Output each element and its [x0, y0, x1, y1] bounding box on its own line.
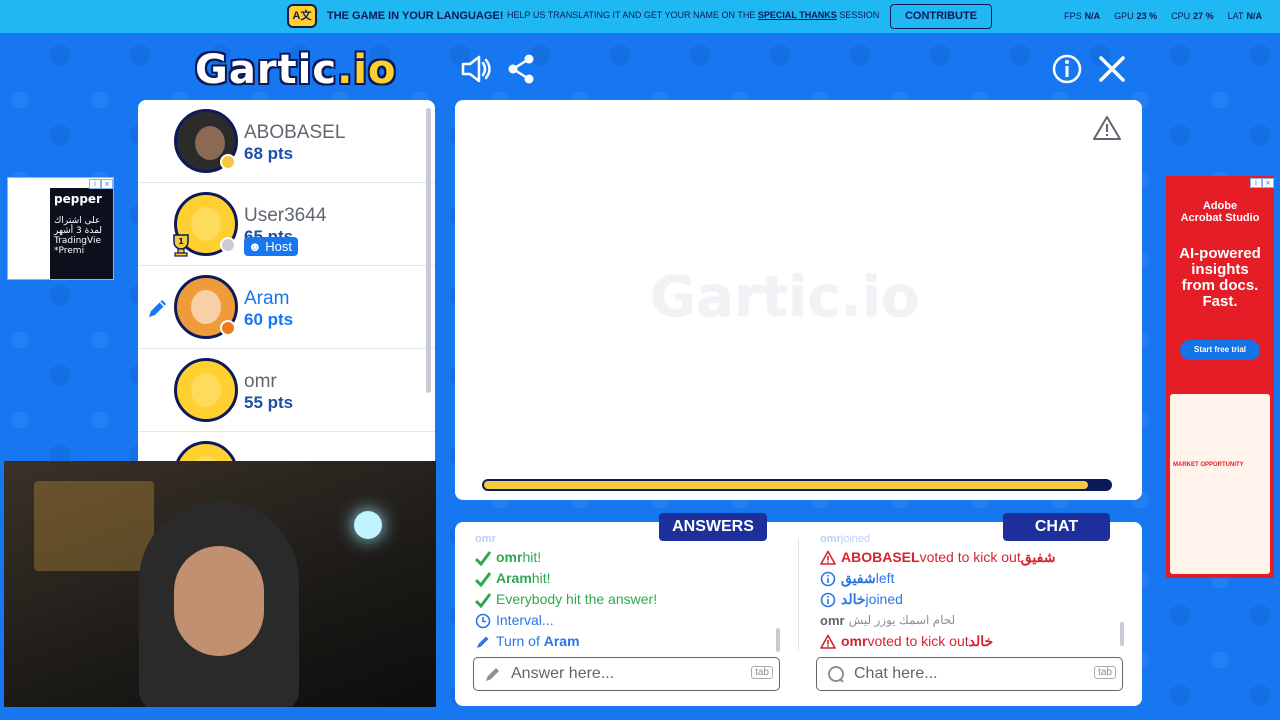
chat-message: خالد joined [820, 589, 1120, 610]
left-advertisement[interactable]: pepper على اشتراك لمدة 3 أشهر TradingVie… [7, 177, 114, 280]
ad-close-icon[interactable]: × [101, 179, 113, 189]
pencil-icon [486, 668, 499, 681]
ad-document-image: MARKET OPPORTUNITY [1170, 394, 1270, 574]
player-avatar [174, 358, 238, 422]
sound-icon[interactable] [459, 52, 493, 86]
gpu-stat: GPU 23 % [1114, 11, 1158, 21]
player-points: 55 pts [244, 393, 294, 412]
chat-message: شفيق left [820, 568, 1120, 589]
info-circle-icon [820, 571, 836, 586]
latency-stat: LAT N/A [1227, 11, 1262, 21]
svg-text:1: 1 [178, 237, 184, 246]
ad-choices-icon[interactable]: i [89, 179, 101, 189]
trophy-icon: 1 [173, 234, 189, 257]
player-points: 60 pts [244, 310, 294, 329]
player-status-dot [220, 320, 236, 336]
chat-message: omr لحام اسمك يوزر ليش [820, 613, 956, 628]
drawing-canvas[interactable]: Gartic.io [455, 100, 1142, 500]
info-circle-icon [820, 592, 836, 607]
warning-icon [820, 550, 836, 565]
chat-scrollbar[interactable] [1120, 622, 1124, 646]
player-name: User3644 [244, 205, 327, 226]
check-icon [475, 592, 491, 608]
chat-bubble-icon [828, 666, 844, 683]
player-name: Aram [244, 288, 290, 309]
answer-input-box[interactable]: tab [473, 657, 780, 691]
timer-fill [484, 481, 1089, 489]
answer-input[interactable] [511, 665, 741, 683]
gartic-logo[interactable]: Gartic.io [195, 47, 396, 93]
contribute-button[interactable]: CONTRIBUTE [890, 4, 992, 29]
clock-icon [475, 613, 491, 628]
ad-cta-button[interactable]: Start free trial [1180, 340, 1260, 360]
chat-input[interactable] [854, 665, 1084, 683]
banner-headline: THE GAME IN YOUR LANGUAGE! [327, 10, 504, 22]
chat-message: ABOBASEL voted to kick out شفيق [820, 547, 1120, 568]
player-row[interactable] [138, 432, 435, 462]
check-icon [475, 571, 491, 587]
ad-close-icon[interactable]: × [1262, 178, 1274, 188]
check-icon [475, 550, 491, 566]
panel-divider [798, 538, 799, 650]
cpu-stat: CPU 27 % [1171, 11, 1214, 21]
pencil-icon [477, 636, 489, 648]
player-row[interactable]: ABOBASEL 68 pts [138, 100, 435, 183]
drawing-pencil-icon [149, 300, 166, 317]
answer-message: Aram hit! [475, 568, 775, 589]
host-badge: ☻ Host [244, 237, 299, 256]
close-icon[interactable] [1095, 52, 1129, 86]
answer-message: Turn of Aram [475, 631, 775, 652]
ad-choices-icon[interactable]: i [1250, 178, 1262, 188]
answer-tab-hint: tab [751, 666, 773, 679]
answer-message: Everybody hit the answer! [475, 589, 775, 610]
webcam-overlay [4, 461, 436, 707]
right-advertisement[interactable]: Adobe Acrobat Studio AI-powered insights … [1166, 176, 1274, 578]
canvas-watermark: Gartic.io [650, 265, 920, 330]
ad-brand: Adobe Acrobat Studio [1180, 200, 1260, 224]
player-name: omr [244, 371, 277, 392]
ad-content: pepper على اشتراك لمدة 3 أشهر TradingVie… [50, 188, 113, 279]
fps-stat: FPS N/A [1064, 11, 1101, 21]
perf-stats: FPS N/A GPU 23 % CPU 27 % LAT N/A [1064, 11, 1262, 21]
answers-list: omr omr hit! Aram hit! Everybody hit the… [475, 530, 775, 652]
share-icon[interactable] [504, 52, 538, 86]
player-points: 68 pts [244, 144, 294, 163]
warning-icon [820, 634, 836, 649]
round-timer-bar [482, 479, 1112, 491]
translation-banner: A文 THE GAME IN YOUR LANGUAGE! HELP US TR… [0, 0, 1280, 33]
chat-tab-hint: tab [1094, 666, 1116, 679]
answers-chat-panel: ANSWERS CHAT omr omr hit! Aram hit! Ever… [455, 513, 1142, 706]
player-list-scrollbar[interactable] [426, 108, 431, 393]
player-row[interactable]: Aram 60 pts [138, 266, 435, 349]
ad-headline: AI-powered insights from docs. Fast. [1179, 245, 1261, 310]
info-icon[interactable] [1050, 52, 1084, 86]
player-status-dot [220, 237, 236, 253]
player-status-dot [220, 154, 236, 170]
player-row[interactable]: omr 55 pts [138, 349, 435, 432]
player-avatar [174, 441, 238, 462]
chat-message: omr joined [820, 532, 871, 545]
banner-subtext: HELP US TRANSLATING IT AND GET YOUR NAME… [507, 10, 880, 20]
chat-input-box[interactable]: tab [816, 657, 1123, 691]
report-warning-icon[interactable] [1092, 114, 1122, 142]
special-thanks-link[interactable]: SPECIAL THANKS [758, 10, 837, 20]
player-list: ABOBASEL 68 pts User3644 65 pts Aram 60 … [138, 100, 435, 462]
chat-message: omr voted to kick out خالد [820, 631, 1120, 652]
answer-message: Interval... [475, 610, 775, 631]
answers-scrollbar[interactable] [776, 628, 780, 652]
answer-message: omr [475, 532, 496, 545]
translate-icon: A文 [287, 4, 317, 28]
chat-list: omr joined ABOBASEL voted to kick out شف… [820, 530, 1120, 652]
answer-message: omr hit! [475, 547, 775, 568]
player-name: ABOBASEL [244, 122, 346, 143]
